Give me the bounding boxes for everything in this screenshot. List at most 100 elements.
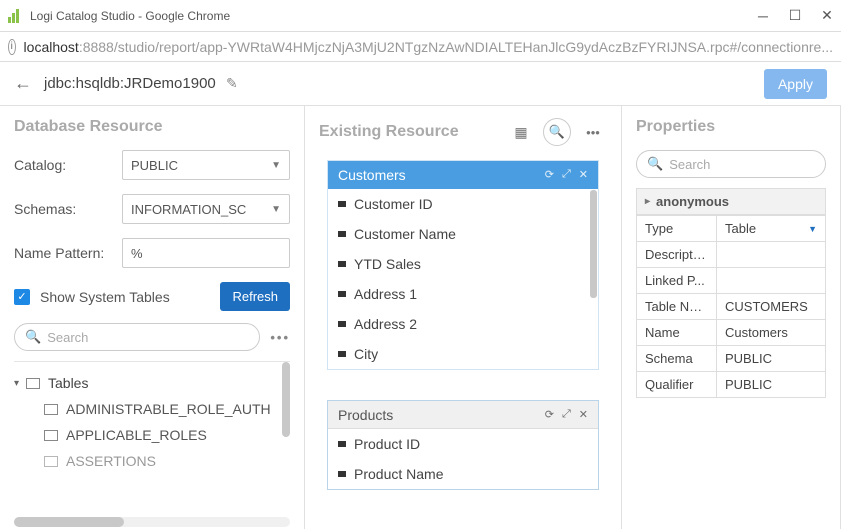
chevron-down-icon: ▼ — [271, 204, 281, 215]
back-arrow-icon[interactable]: ← — [14, 73, 32, 94]
show-system-tables-checkbox[interactable]: ✓ — [14, 289, 30, 305]
card-title: Customers — [338, 167, 537, 183]
field-row[interactable]: Customer Name — [328, 219, 598, 249]
catalog-select[interactable]: PUBLIC▼ — [122, 150, 290, 180]
refresh-icon[interactable]: ⟳ — [545, 168, 554, 181]
show-system-tables-label: Show System Tables — [40, 289, 220, 305]
field-icon — [338, 351, 346, 357]
expand-icon[interactable]: ⤢ — [562, 408, 571, 421]
schemas-select[interactable]: INFORMATION_SC▼ — [122, 194, 290, 224]
tree-item[interactable]: ADMINISTRABLE_ROLE_AUTH — [14, 396, 290, 422]
catalog-label: Catalog: — [14, 157, 122, 173]
expand-icon[interactable]: ⤢ — [562, 168, 571, 181]
database-resource-panel: Database Resource Catalog: PUBLIC▼ Schem… — [0, 106, 305, 529]
field-row[interactable]: YTD Sales — [328, 249, 598, 279]
more-options-icon[interactable]: ••• — [270, 330, 290, 345]
property-value[interactable]: CUSTOMERS — [717, 294, 826, 320]
name-pattern-input[interactable]: % — [122, 238, 290, 268]
mid-panel-title: Existing Resource — [319, 123, 507, 141]
field-icon — [338, 471, 346, 477]
field-name: Address 1 — [354, 286, 417, 302]
tree-root-tables[interactable]: ▾ Tables — [14, 370, 290, 396]
field-icon — [338, 201, 346, 207]
field-icon — [338, 291, 346, 297]
properties-table: TypeTable▼DescriptionLinked P...Table Na… — [636, 215, 826, 398]
card-scrollbar[interactable] — [590, 190, 597, 298]
property-key: Type — [637, 216, 717, 242]
minimize-button[interactable]: ─ — [757, 10, 769, 22]
chevron-down-icon: ▼ — [271, 160, 281, 171]
property-key: Schema — [637, 346, 717, 372]
tree-search-input[interactable]: 🔍 Search — [14, 323, 260, 351]
field-row[interactable]: Address 1 — [328, 279, 598, 309]
field-row[interactable]: City — [328, 339, 598, 369]
close-icon[interactable]: ✕ — [579, 408, 588, 421]
search-icon-button[interactable]: 🔍 — [543, 118, 571, 146]
property-value[interactable] — [717, 268, 826, 294]
card-body: Product ID Product Name — [328, 429, 598, 489]
schemas-label: Schemas: — [14, 201, 122, 217]
field-name: YTD Sales — [354, 256, 421, 272]
resource-card[interactable]: Customers ⟳ ⤢ ✕ Customer IDCustomer Name YTD … — [327, 160, 599, 370]
property-row: QualifierPUBLIC — [637, 372, 826, 398]
property-row: Description — [637, 242, 826, 268]
right-panel-title: Properties — [636, 118, 826, 136]
maximize-button[interactable]: ☐ — [789, 10, 801, 22]
left-panel-title: Database Resource — [14, 118, 290, 136]
apply-button[interactable]: Apply — [764, 69, 827, 99]
property-row: Linked P... — [637, 268, 826, 294]
expand-icon[interactable]: ▾ — [14, 378, 26, 389]
card-body: Customer IDCustomer Name YTD Sales Address… — [328, 189, 598, 369]
close-icon[interactable]: ✕ — [579, 168, 588, 181]
property-value[interactable]: PUBLIC — [717, 372, 826, 398]
refresh-icon[interactable]: ⟳ — [545, 408, 554, 421]
horizontal-scrollbar[interactable] — [14, 517, 290, 527]
close-window-button[interactable]: ✕ — [821, 10, 833, 22]
refresh-button[interactable]: Refresh — [220, 282, 290, 311]
property-key: Table Name — [637, 294, 717, 320]
grid-view-icon[interactable]: ▦ — [507, 118, 535, 146]
name-pattern-label: Name Pattern: — [14, 245, 122, 261]
properties-panel: Properties 🔍 Search ▸ anonymous TypeTabl… — [622, 106, 841, 529]
resource-card[interactable]: Products ⟳ ⤢ ✕ Product ID Product Name — [327, 400, 599, 490]
card-header[interactable]: Customers ⟳ ⤢ ✕ — [328, 161, 598, 189]
app-icon — [8, 9, 22, 23]
address-bar[interactable]: i localhost:8888/studio/report/app-YWRta… — [0, 32, 841, 62]
field-icon — [338, 441, 346, 447]
search-icon: 🔍 — [25, 329, 41, 345]
field-icon — [338, 321, 346, 327]
site-info-icon[interactable]: i — [8, 39, 16, 55]
property-key: Description — [637, 242, 717, 268]
property-value[interactable]: PUBLIC — [717, 346, 826, 372]
field-icon — [338, 261, 346, 267]
field-name: Address 2 — [354, 316, 417, 332]
field-name: City — [354, 346, 378, 362]
table-icon — [44, 430, 58, 441]
property-row: SchemaPUBLIC — [637, 346, 826, 372]
field-row[interactable]: Product ID — [328, 429, 598, 459]
chevron-down-icon: ▼ — [808, 224, 817, 234]
property-value[interactable]: Table▼ — [717, 216, 826, 242]
field-row[interactable]: Address 2 — [328, 309, 598, 339]
window-titlebar: Logi Catalog Studio - Google Chrome ─ ☐ … — [0, 0, 841, 32]
card-title: Products — [338, 407, 537, 423]
property-value[interactable] — [717, 242, 826, 268]
connection-string: jdbc:hsqldb:JRDemo1900 ✎ — [44, 75, 764, 92]
tree-scrollbar[interactable] — [282, 362, 290, 437]
tree-item[interactable]: APPLICABLE_ROLES — [14, 422, 290, 448]
property-value[interactable]: Customers — [717, 320, 826, 346]
properties-search-input[interactable]: 🔍 Search — [636, 150, 826, 178]
edit-icon[interactable]: ✎ — [226, 75, 238, 91]
folder-icon — [26, 378, 40, 389]
more-icon[interactable]: ••• — [579, 118, 607, 146]
tables-tree: ▾ Tables ADMINISTRABLE_ROLE_AUTH APPLICA… — [14, 361, 290, 469]
card-header[interactable]: Products ⟳ ⤢ ✕ — [328, 401, 598, 429]
window-title: Logi Catalog Studio - Google Chrome — [30, 9, 757, 23]
table-icon — [44, 456, 58, 467]
field-name: Product ID — [354, 436, 420, 452]
property-group-header[interactable]: ▸ anonymous — [636, 188, 826, 215]
field-row[interactable]: Customer ID — [328, 189, 598, 219]
property-key: Linked P... — [637, 268, 717, 294]
field-row[interactable]: Product Name — [328, 459, 598, 489]
tree-item[interactable]: ASSERTIONS — [14, 448, 290, 469]
